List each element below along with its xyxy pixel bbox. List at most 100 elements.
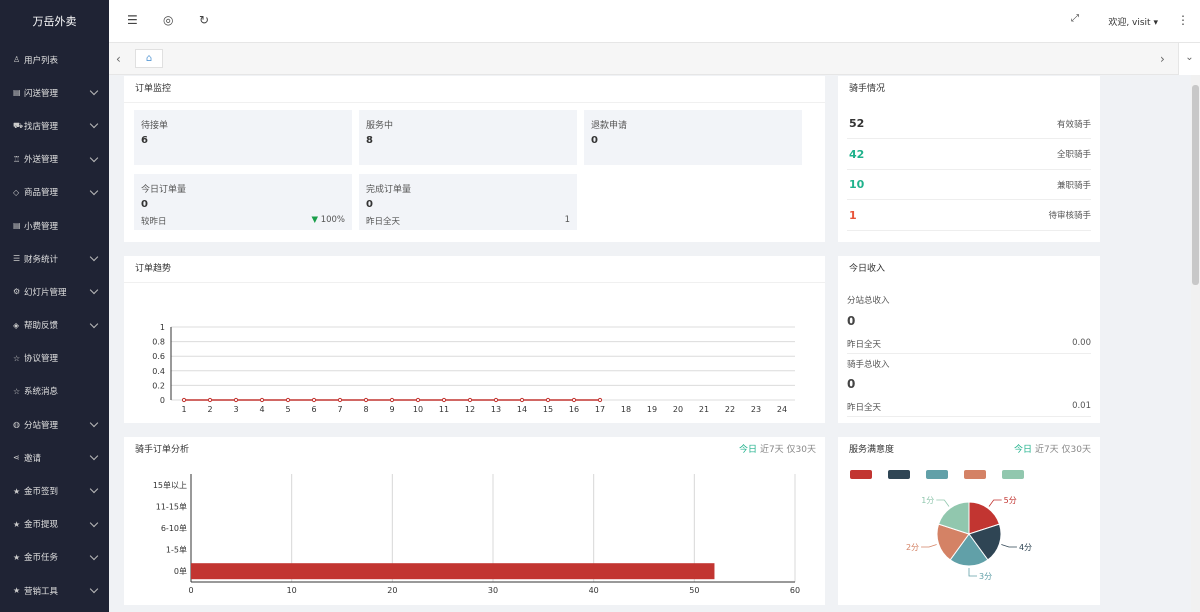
- tab-bar: ‹ ⌂ › ⌄: [109, 43, 1200, 75]
- sidebar-item-4[interactable]: ◇ 商品管理: [0, 176, 109, 209]
- compare-value: 100%: [320, 215, 345, 225]
- layers-icon: ◈: [13, 320, 20, 330]
- user-menu[interactable]: 欢迎, visit ▾: [1108, 15, 1158, 28]
- x-tick-label: 5: [285, 405, 290, 414]
- sidebar-item-label: 金币签到: [24, 487, 59, 498]
- data-point: [571, 397, 577, 403]
- bar: [191, 563, 715, 580]
- sidebar-item-10[interactable]: ☆ 系统消息: [0, 375, 109, 408]
- car-icon: ⛟: [13, 120, 24, 130]
- legend-swatch: [888, 470, 910, 479]
- sidebar-item-13[interactable]: ★ 金币签到: [0, 474, 109, 507]
- rider-income-yesterday: 昨日全天 0.01: [847, 401, 1091, 417]
- chevron-down-icon: [89, 551, 99, 561]
- sidebar-item-2[interactable]: ⛟ 找店管理: [0, 109, 109, 142]
- rider-orders-card: 骑手订单分析 今日 近7天 仅30天 0 10 20 30 40 50 60 0单 1-5单 6-…: [124, 437, 825, 605]
- filter-7days[interactable]: 近7天: [760, 445, 784, 455]
- x-tick-label: 20: [673, 405, 683, 414]
- data-point: [181, 397, 187, 403]
- chevron-down-icon: [89, 186, 99, 195]
- tab-next-icon[interactable]: ›: [1160, 52, 1165, 66]
- pie-label-line: [968, 568, 977, 577]
- data-point: [363, 397, 369, 403]
- y-tick-label: 0.4: [152, 367, 165, 376]
- chevron-down-icon: ⌄: [1185, 52, 1194, 63]
- sidebar-item-11[interactable]: ◍ 分站管理: [0, 408, 109, 441]
- data-point: [441, 397, 447, 403]
- income-title: 今日收入: [849, 264, 886, 274]
- chevron-down-icon: [89, 86, 99, 96]
- tab-prev-icon[interactable]: ‹: [116, 52, 121, 66]
- chevron-down-icon: [89, 584, 99, 594]
- more-icon[interactable]: ⋮: [1177, 13, 1189, 27]
- gear-icon: ⚙: [13, 287, 21, 297]
- fullscreen-icon[interactable]: ⤢: [1071, 13, 1079, 24]
- sidebar-item-5[interactable]: ▤ 小费管理: [0, 209, 109, 242]
- stat-label: 服务中: [366, 121, 394, 131]
- sidebar-item-8[interactable]: ◈ 帮助反馈: [0, 309, 109, 342]
- stat-value: 6: [141, 135, 148, 146]
- data-point: [259, 397, 265, 403]
- globe-icon[interactable]: ◎: [163, 13, 173, 27]
- sidebar-item-14[interactable]: ★ 金币提现: [0, 508, 109, 541]
- filter-30days[interactable]: 仅30天: [787, 445, 816, 455]
- station-income-yesterday: 昨日全天 0.00: [847, 338, 1091, 354]
- pie-label-line: [988, 499, 1002, 507]
- sidebar-item-label: 商品管理: [24, 188, 59, 199]
- rider-income-label: 骑手总收入: [847, 360, 890, 370]
- y-tick-label: 1: [160, 323, 165, 332]
- data-point: [233, 397, 239, 403]
- sidebar-item-16[interactable]: ★ 营销工具: [0, 574, 109, 607]
- filter-today[interactable]: 今日: [739, 445, 757, 455]
- yesterday-value: 1: [564, 215, 570, 225]
- sidebar-item-12[interactable]: ⋖ 邀请: [0, 441, 109, 474]
- chevron-down-icon: [89, 153, 99, 162]
- filter-today[interactable]: 今日: [1014, 445, 1032, 455]
- sidebar-item-9[interactable]: ☆ 协议管理: [0, 342, 109, 375]
- x-tick-label: 14: [517, 405, 527, 414]
- data-point: [337, 397, 343, 403]
- sidebar-item-15[interactable]: ★ 金币任务: [0, 541, 109, 574]
- data-point: [285, 397, 291, 403]
- menu-fold-icon[interactable]: ☰: [127, 13, 138, 27]
- tab-home[interactable]: ⌂: [135, 49, 163, 68]
- riders-title: 骑手情况: [849, 84, 886, 94]
- filter-7days[interactable]: 近7天: [1035, 445, 1059, 455]
- stat-completed-orders: 完成订单量 0 昨日全天 1: [359, 174, 577, 230]
- sidebar-item-7[interactable]: ⚙ 幻灯片管理: [0, 275, 109, 308]
- station-income-value: 0: [847, 314, 856, 328]
- stat-value: 0: [591, 135, 598, 146]
- sidebar-item-label: 财务统计: [24, 254, 59, 265]
- sidebar-item-label: 金币任务: [24, 553, 59, 564]
- satisfaction-card: 服务满意度 今日 近7天 仅30天 5分 4分 3分 2分 1分: [838, 437, 1100, 605]
- x-tick-label: 50: [689, 586, 699, 595]
- legend-swatch: [1002, 470, 1024, 479]
- rider-stat-row: 1 待审核骑手: [847, 201, 1091, 231]
- scrollbar-thumb[interactable]: [1192, 85, 1199, 285]
- scrollbar[interactable]: [1191, 75, 1200, 612]
- rider-income-value: 0: [847, 377, 856, 391]
- filter-30days[interactable]: 仅30天: [1062, 445, 1091, 455]
- sidebar-item-label: 小费管理: [24, 221, 59, 232]
- compare-label: 较昨日: [141, 217, 167, 227]
- x-tick-label: 0: [188, 586, 193, 595]
- data-point: [467, 397, 473, 403]
- rider-count: 10: [849, 178, 865, 191]
- sidebar-item-3[interactable]: ♖ 外送管理: [0, 143, 109, 176]
- legend-swatch: [850, 470, 872, 479]
- stat-value: 0: [141, 199, 148, 210]
- stat-value: 0: [366, 199, 373, 210]
- x-tick-label: 12: [465, 405, 475, 414]
- x-tick-label: 8: [363, 405, 368, 414]
- sidebar-item-label: 系统消息: [24, 387, 59, 398]
- sidebar-item-0[interactable]: ♙ 用户列表: [0, 43, 109, 76]
- tab-dropdown-button[interactable]: ⌄: [1178, 43, 1200, 75]
- yesterday-value: 0.00: [1072, 338, 1091, 348]
- sidebar-item-6[interactable]: ☰ 财务统计: [0, 242, 109, 275]
- rider-type-label: 待审核骑手: [1048, 211, 1091, 221]
- sidebar-item-label: 找店管理: [24, 121, 59, 132]
- satisfaction-chart: 5分 4分 3分 2分 1分: [850, 470, 1032, 581]
- order-monitor-card: 订单监控 待接单 6 服务中 8 退款申请 0 今日订单量 0 较昨日 ▼ 100…: [124, 76, 825, 242]
- sidebar-item-1[interactable]: ▤ 闪送管理: [0, 76, 109, 109]
- refresh-icon[interactable]: ↻: [199, 13, 209, 27]
